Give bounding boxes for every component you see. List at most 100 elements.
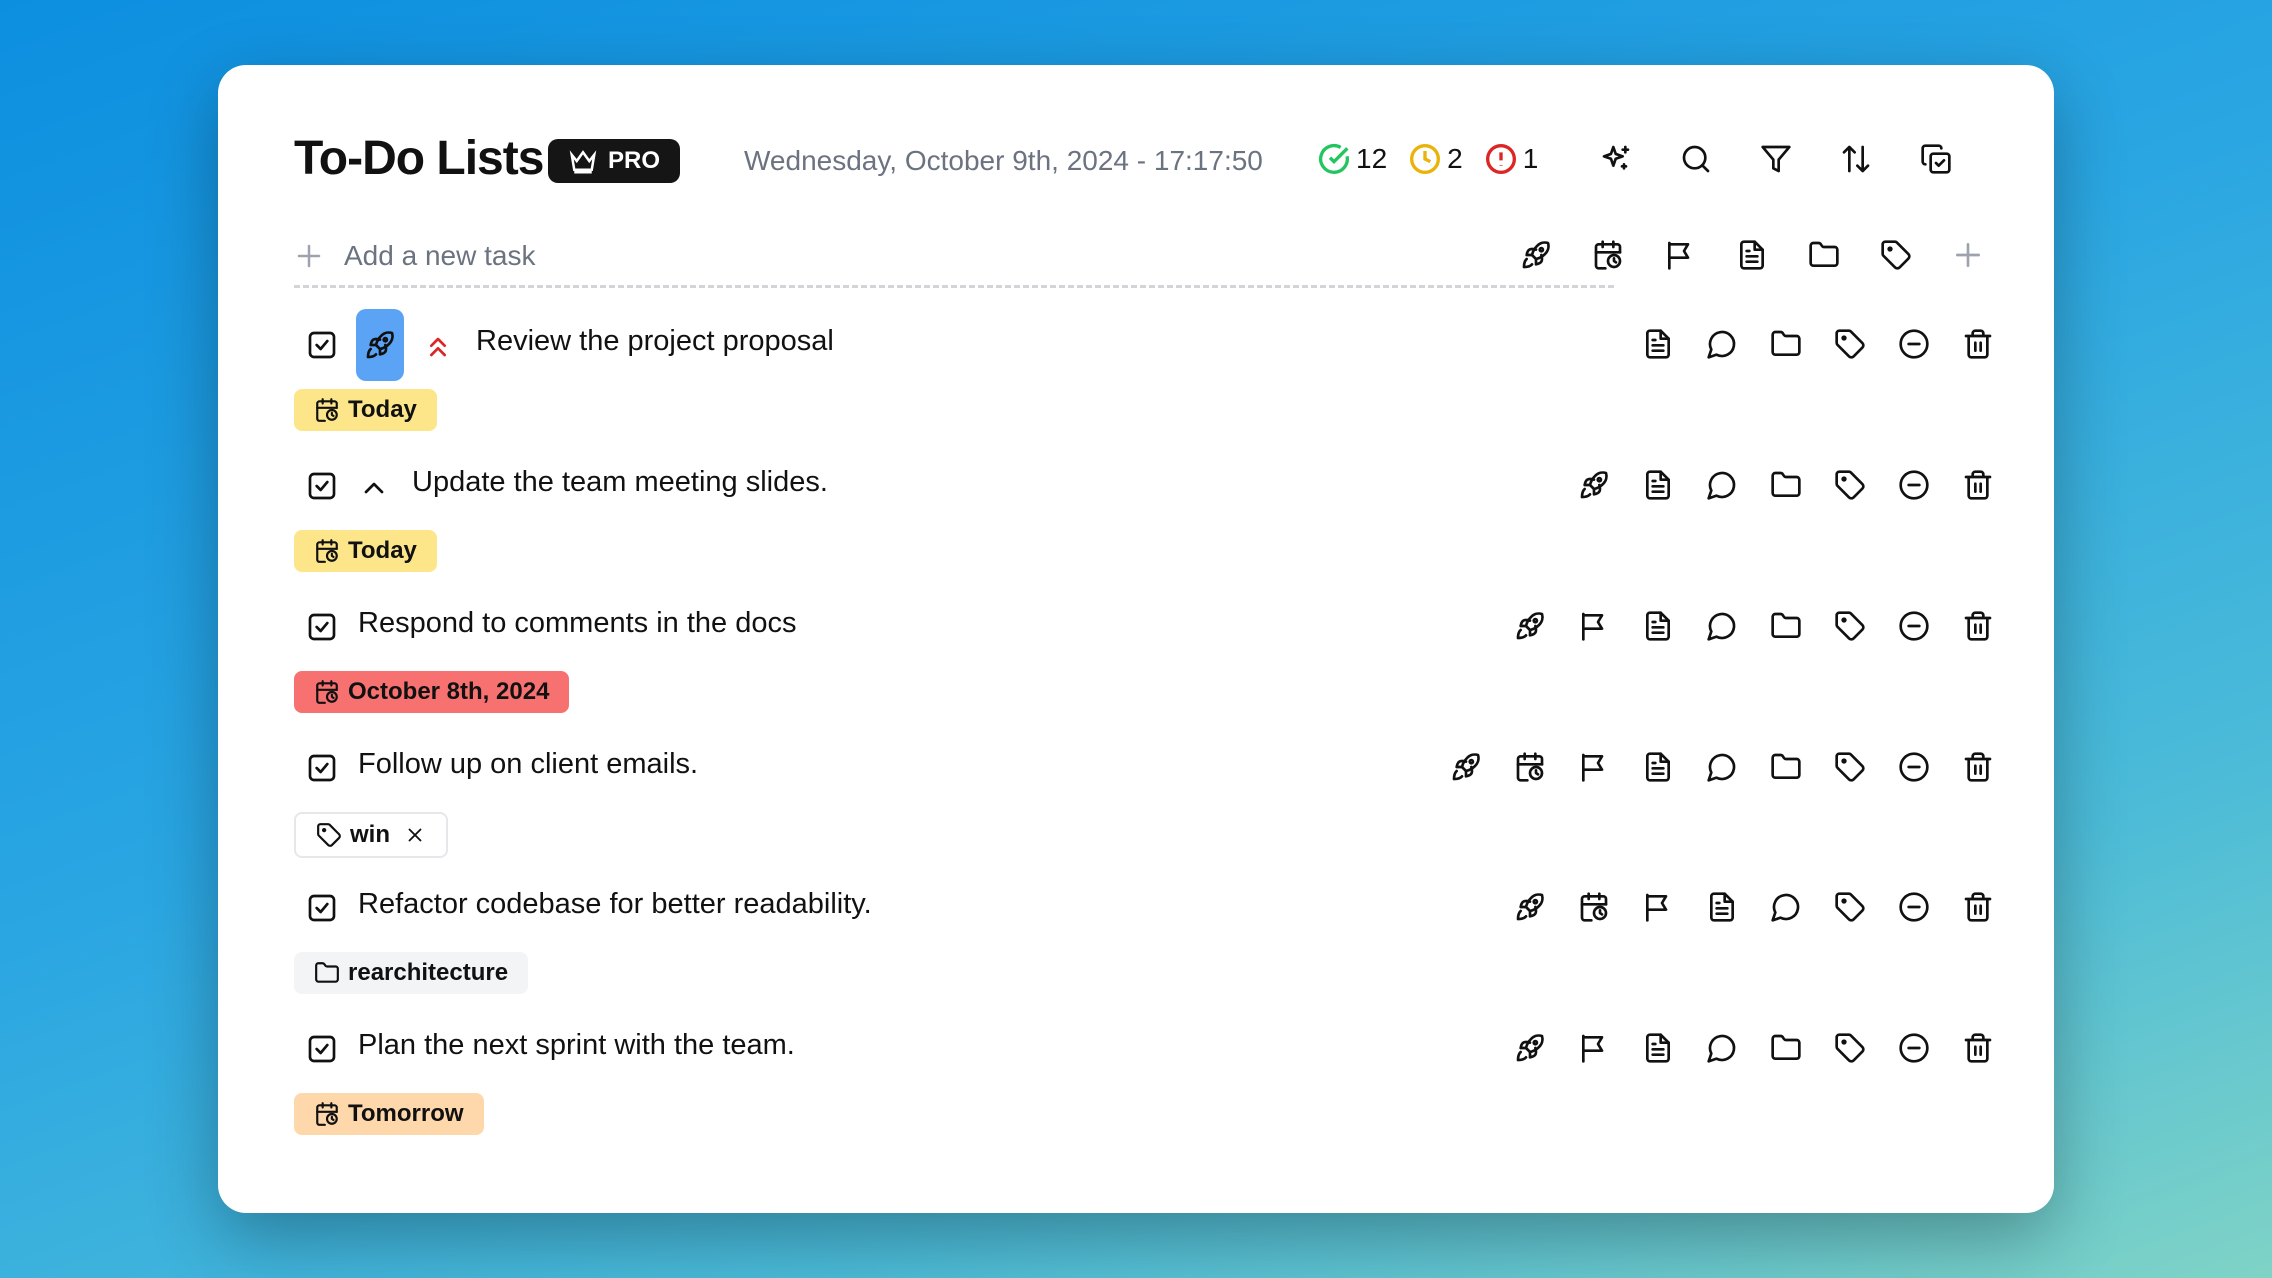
task-title[interactable]: Follow up on client emails. [358, 748, 698, 781]
trash-icon[interactable] [1962, 610, 1994, 642]
note-icon[interactable] [1642, 469, 1674, 501]
trash-icon[interactable] [1962, 469, 1994, 501]
copy-check-icon[interactable] [1920, 143, 1952, 175]
tag-icon[interactable] [1834, 1032, 1866, 1064]
close-icon[interactable] [404, 824, 426, 846]
folder-icon[interactable] [1770, 1032, 1802, 1064]
header-toolbar [1600, 143, 1952, 175]
filter-icon[interactable] [1760, 143, 1792, 175]
remove-icon[interactable] [1898, 891, 1930, 923]
task-checkbox[interactable] [306, 1033, 338, 1065]
flag-icon[interactable] [1578, 1032, 1610, 1064]
note-icon[interactable] [1736, 239, 1768, 271]
task-checkbox[interactable] [306, 329, 338, 361]
calendar-icon [314, 679, 340, 705]
task-checkbox[interactable] [306, 611, 338, 643]
tag-icon[interactable] [1880, 239, 1912, 271]
trash-icon[interactable] [1962, 891, 1994, 923]
task-actions [1514, 891, 1994, 923]
rocket-icon[interactable] [1450, 751, 1482, 783]
flag-icon[interactable] [1642, 891, 1674, 923]
tag-icon[interactable] [1834, 469, 1866, 501]
check-circle-icon [1318, 143, 1350, 175]
folder-tag[interactable]: rearchitecture [294, 952, 529, 994]
task-item: Follow up on client emails. win [294, 732, 1994, 858]
task-checkbox[interactable] [306, 752, 338, 784]
task-title[interactable]: Respond to comments in the docs [358, 607, 796, 640]
rocket-icon[interactable] [1514, 1032, 1546, 1064]
pro-badge[interactable]: PRO [548, 139, 681, 183]
comment-icon[interactable] [1706, 751, 1738, 783]
calendar-icon [314, 538, 340, 564]
page-title: To-Do Lists [294, 132, 544, 185]
label-tag[interactable]: win [294, 812, 448, 858]
due-date-tag[interactable]: Today [294, 530, 437, 572]
task-actions [1514, 1032, 1994, 1064]
folder-icon[interactable] [1770, 610, 1802, 642]
rocket-toggle-active[interactable] [356, 309, 404, 381]
task-title[interactable]: Plan the next sprint with the team. [358, 1029, 795, 1062]
task-checkbox[interactable] [306, 470, 338, 502]
note-icon[interactable] [1706, 891, 1738, 923]
remove-icon[interactable] [1898, 1032, 1930, 1064]
stat-completed-count: 12 [1356, 143, 1388, 174]
calendar-icon[interactable] [1592, 239, 1624, 271]
task-title[interactable]: Refactor codebase for better readability… [358, 888, 872, 921]
todo-card: To-Do Lists PRO Wednesday, October 9th, … [218, 65, 2054, 1213]
tag-icon[interactable] [1834, 328, 1866, 360]
flag-icon[interactable] [1578, 751, 1610, 783]
task-checkbox[interactable] [306, 892, 338, 924]
flag-icon[interactable] [1578, 610, 1610, 642]
note-icon[interactable] [1642, 328, 1674, 360]
sparkle-icon[interactable] [1600, 143, 1632, 175]
task-title[interactable]: Review the project proposal [476, 325, 834, 358]
task-stats: 12 2 1 [1318, 143, 1538, 175]
plus-icon[interactable] [1952, 239, 1984, 271]
rocket-icon[interactable] [1578, 469, 1610, 501]
search-icon[interactable] [1680, 143, 1712, 175]
remove-icon[interactable] [1898, 469, 1930, 501]
folder-icon[interactable] [1770, 751, 1802, 783]
remove-icon[interactable] [1898, 328, 1930, 360]
task-title[interactable]: Update the team meeting slides. [412, 466, 828, 499]
remove-icon[interactable] [1898, 751, 1930, 783]
trash-icon[interactable] [1962, 328, 1994, 360]
folder-icon[interactable] [1808, 239, 1840, 271]
tag-icon[interactable] [1834, 751, 1866, 783]
sort-icon[interactable] [1840, 143, 1872, 175]
folder-icon[interactable] [1770, 469, 1802, 501]
calendar-icon[interactable] [1578, 891, 1610, 923]
comment-icon[interactable] [1770, 891, 1802, 923]
chevrons-up-icon[interactable] [422, 331, 454, 363]
flag-icon[interactable] [1664, 239, 1696, 271]
task-item: Respond to comments in the docs October … [294, 591, 1994, 713]
add-task-input[interactable] [342, 239, 1246, 273]
folder-icon[interactable] [1770, 328, 1802, 360]
note-icon[interactable] [1642, 610, 1674, 642]
stat-pending[interactable]: 2 [1409, 143, 1463, 175]
stat-completed[interactable]: 12 [1318, 143, 1387, 175]
task-item: Plan the next sprint with the team. Tomo… [294, 1013, 1994, 1135]
rocket-icon[interactable] [1514, 610, 1546, 642]
note-icon[interactable] [1642, 751, 1674, 783]
task-actions [1578, 469, 1994, 501]
trash-icon[interactable] [1962, 751, 1994, 783]
trash-icon[interactable] [1962, 1032, 1994, 1064]
tag-icon[interactable] [1834, 891, 1866, 923]
remove-icon[interactable] [1898, 610, 1930, 642]
stat-pending-count: 2 [1447, 143, 1463, 174]
note-icon[interactable] [1642, 1032, 1674, 1064]
stat-overdue[interactable]: 1 [1485, 143, 1538, 175]
rocket-icon[interactable] [1514, 891, 1546, 923]
comment-icon[interactable] [1706, 610, 1738, 642]
due-date-tag[interactable]: Today [294, 389, 437, 431]
calendar-icon[interactable] [1514, 751, 1546, 783]
comment-icon[interactable] [1706, 1032, 1738, 1064]
tag-icon[interactable] [1834, 610, 1866, 642]
comment-icon[interactable] [1706, 469, 1738, 501]
due-date-tag-overdue[interactable]: October 8th, 2024 [294, 671, 570, 713]
rocket-icon[interactable] [1520, 239, 1552, 271]
comment-icon[interactable] [1706, 328, 1738, 360]
chevron-up-icon[interactable] [358, 472, 390, 504]
due-date-tag[interactable]: Tomorrow [294, 1093, 484, 1135]
